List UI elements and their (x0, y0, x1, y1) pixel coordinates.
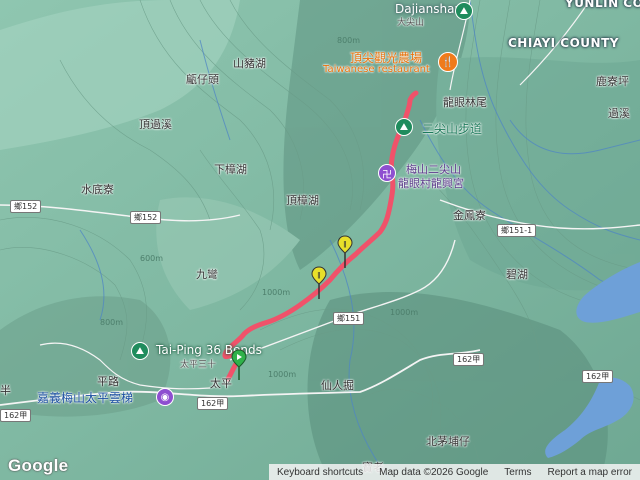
map-data-attribution: Map data ©2026 Google (379, 466, 489, 478)
waypoint-marker-1-icon[interactable]: ǁ (337, 235, 353, 269)
terms-link[interactable]: Terms (496, 467, 539, 478)
start-marker-icon[interactable] (231, 349, 247, 381)
map-footer: Keyboard shortcuts Map data ©2026 Google… (268, 464, 640, 480)
road-shield-151: 鄉151 (333, 312, 365, 325)
road-shield-152b: 鄉152 (130, 211, 162, 224)
road-shield-162d: 162甲 (582, 370, 614, 383)
keyboard-shortcuts-link[interactable]: Keyboard shortcuts (269, 467, 371, 478)
google-logo: Google (8, 456, 69, 475)
road-shield-162b: 162甲 (0, 409, 32, 422)
waypoint-marker-2-icon[interactable]: ǁ (311, 266, 327, 300)
attraction-pin-icon[interactable]: ⛰ (131, 342, 149, 360)
road-shield-162c: 162甲 (197, 397, 229, 410)
temple-pin-icon[interactable]: 卍 (378, 164, 396, 182)
svg-text:ǁ: ǁ (343, 240, 346, 248)
trail-pin-icon[interactable]: ⛰ (395, 118, 413, 136)
restaurant-pin-icon[interactable]: 🍴 (438, 52, 458, 72)
road-shield-162a: 162甲 (453, 353, 485, 366)
road-shield-152a: 鄉152 (10, 200, 42, 213)
peak-pin-icon[interactable]: ⛰ (455, 2, 473, 20)
svg-text:ǁ: ǁ (317, 271, 320, 279)
map-canvas[interactable] (0, 0, 640, 480)
camera-pin-icon[interactable]: ◉ (156, 388, 174, 406)
road-shield-151-1: 鄉151-1 (497, 224, 537, 237)
report-error-link[interactable]: Report a map error (540, 467, 640, 478)
